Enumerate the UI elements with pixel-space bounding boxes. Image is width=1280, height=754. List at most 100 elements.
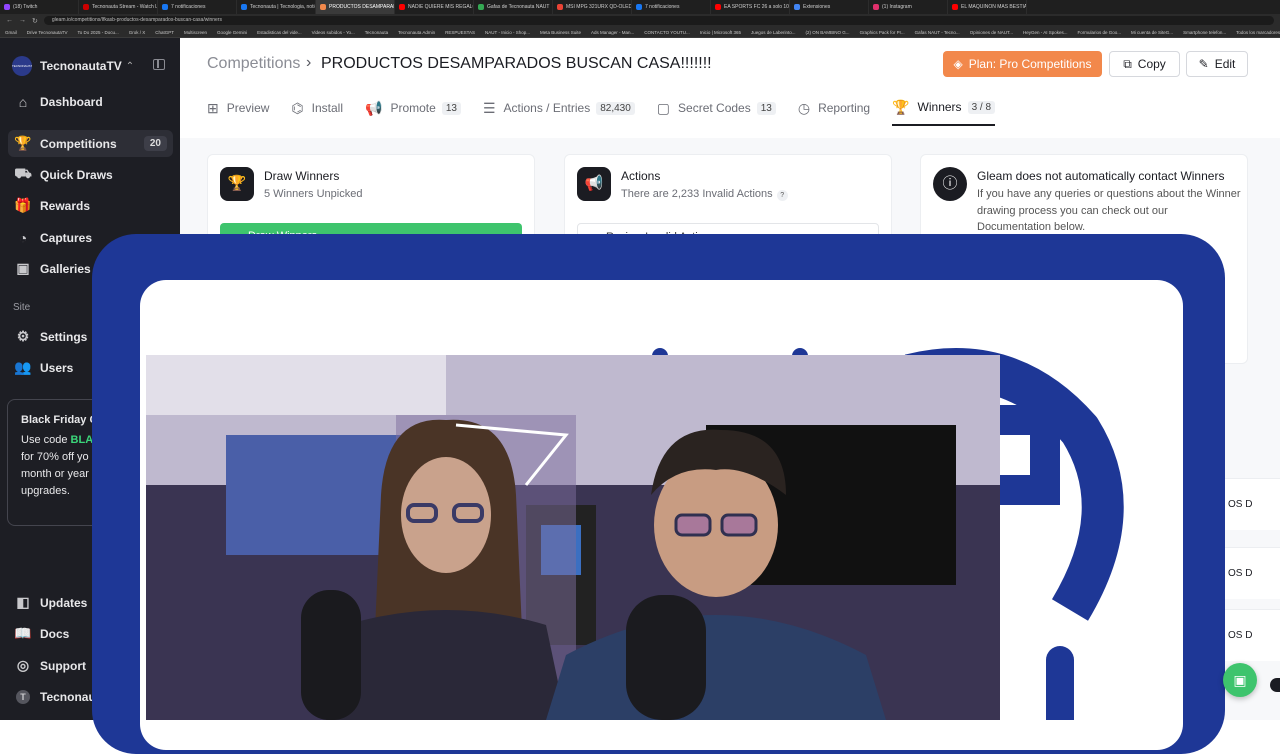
- edit-button[interactable]: ✎ Edit: [1186, 51, 1248, 77]
- page-title: PRODUCTOS DESAMPARADOS BUSCAN CASA!!!!!!…: [321, 55, 712, 72]
- bookmark-item[interactable]: Drive TecnonautaTV: [22, 30, 73, 35]
- breadcrumb-competitions[interactable]: Competitions: [207, 55, 300, 73]
- browser-tab[interactable]: 7 notificaciones: [632, 0, 711, 14]
- bookmark-item[interactable]: Videos subidos - Yo...: [307, 30, 360, 35]
- sidebar-item-dashboard[interactable]: ⌂ Dashboard: [8, 88, 173, 115]
- code-icon: ▢: [656, 99, 671, 116]
- browser-tab[interactable]: NADIE QUIERE MIS REGALOS!: [395, 0, 474, 14]
- bookmark-item[interactable]: Grok / X: [124, 30, 151, 35]
- brand-switcher[interactable]: TECNONAUTA TecnonautaTV ⌃: [12, 56, 134, 76]
- bookmark-item[interactable]: Opiniones de NAUT...: [965, 30, 1018, 35]
- browser-tab-label: EA SPORTS FC 26 a solo 10,50: [724, 4, 790, 10]
- bookmark-item[interactable]: Tecnonauta: [360, 30, 393, 35]
- winner-row-fragment[interactable]: OS D: [1220, 609, 1280, 661]
- bookmark-item[interactable]: Multiscreen: [179, 30, 212, 35]
- bookmark-item[interactable]: Juegos de Laberinto...: [746, 30, 801, 35]
- tab-preview[interactable]: ⊞ Preview: [207, 96, 269, 120]
- chat-icon: ▣: [1233, 672, 1247, 688]
- browser-tab[interactable]: Extensiones: [790, 0, 869, 14]
- bookmark-item[interactable]: Todos los marcadores: [1231, 30, 1280, 35]
- tab-label: Preview: [226, 101, 270, 115]
- browser-tab[interactable]: EA SPORTS FC 26 a solo 10,50: [711, 0, 790, 14]
- bookmark-item[interactable]: ChatGPT: [150, 30, 179, 35]
- tab-actions-entries[interactable]: ☰ Actions / Entries 82,430: [483, 96, 635, 120]
- browser-tab-label: PRODUCTOS DESAMPARADO: [329, 4, 395, 10]
- bookmark-item[interactable]: RESPUESTAS: [440, 30, 480, 35]
- card-title: Actions: [621, 169, 661, 183]
- browser-tab[interactable]: (1) Instagram: [869, 0, 948, 14]
- sidebar-item-competitions[interactable]: 🏆 Competitions 20: [8, 130, 173, 157]
- back-icon[interactable]: ←: [6, 17, 13, 24]
- bookmark-item[interactable]: Smartphone telefon...: [1178, 30, 1231, 35]
- winner-row-fragment[interactable]: OS D: [1220, 547, 1280, 599]
- bookmark-item[interactable]: Estadisticas del vide...: [252, 30, 307, 35]
- tab-favicon: [873, 4, 879, 10]
- tab-favicon: [794, 4, 800, 10]
- browser-tab[interactable]: Tecnonauta | Tecnologia, noticia: [237, 0, 316, 14]
- competitions-count-badge: 20: [143, 136, 167, 151]
- plan-button[interactable]: ◈ Plan: Pro Competitions: [943, 51, 1102, 77]
- chat-support-button[interactable]: ▣: [1223, 663, 1257, 697]
- tab-favicon: [320, 4, 326, 10]
- copy-button[interactable]: ⧉ Copy: [1109, 51, 1180, 77]
- plan-button-label: Plan: Pro Competitions: [968, 57, 1092, 71]
- bookmark-item[interactable]: Formularios de Goo...: [1073, 30, 1127, 35]
- brand-logo: TECNONAUTA: [12, 56, 32, 76]
- card-subtitle: 5 Winners Unpicked: [264, 188, 363, 200]
- sidebar-collapse-icon[interactable]: [153, 59, 165, 70]
- bookmark-item[interactable]: (2) ON BAMBINO G...: [801, 30, 855, 35]
- sidebar-item-label: Tecnonaut: [40, 689, 100, 704]
- browser-tab[interactable]: Gafas de Tecnonauta NAUT: [474, 0, 553, 14]
- browser-tab[interactable]: MSI MPG 321URX QD-OLED M: [553, 0, 632, 14]
- browser-tab[interactable]: (18) Twitch: [0, 0, 79, 14]
- browser-tab-label: 7 notificaciones: [171, 4, 206, 10]
- grid-icon: ⊞: [207, 99, 219, 116]
- users-icon: 👥: [14, 359, 32, 375]
- bookmark-item[interactable]: Graphics Pack for Pr...: [855, 30, 910, 35]
- browser-tab[interactable]: PRODUCTOS DESAMPARADO: [316, 0, 395, 14]
- bookmark-item[interactable]: Tecnonauta Admin: [393, 30, 440, 35]
- capture-icon: ◔: [18, 229, 28, 246]
- winner-row-fragment[interactable]: OS D: [1220, 478, 1280, 530]
- bookmark-item[interactable]: HeyGen - AI Spokes...: [1018, 30, 1073, 35]
- side-tab-handle[interactable]: [1270, 678, 1280, 692]
- promo-code: BLA: [70, 434, 94, 446]
- bookmark-item[interactable]: Google Gemini: [212, 30, 252, 35]
- sidebar-item-quick-draws[interactable]: ⛟ Quick Draws: [8, 161, 173, 188]
- browser-tab[interactable]: Tecnonauta Stream - Watch Li: [79, 0, 158, 14]
- bookmark-item[interactable]: Inicio | Microsoft 365: [695, 30, 746, 35]
- bookmark-item[interactable]: Mi cuenta de SiteG...: [1126, 30, 1178, 35]
- url-input[interactable]: gleam.io/competitions/Ifkasb-productos-d…: [43, 16, 1274, 25]
- trophy-icon: 🏆: [14, 135, 32, 151]
- book-icon: 📖: [14, 625, 32, 641]
- bookmark-item[interactable]: Ads Manager - Man...: [586, 30, 639, 35]
- bookmark-item[interactable]: NAUT - Inicio - Shop...: [480, 30, 535, 35]
- address-bar: ← → ↻ gleam.io/competitions/Ifkasb-produ…: [0, 14, 1280, 27]
- tab-label: Promote: [390, 101, 436, 115]
- tab-reporting[interactable]: ◷ Reporting: [798, 96, 870, 120]
- tab-secret-codes[interactable]: ▢ Secret Codes 13: [657, 96, 776, 120]
- bookmark-item[interactable]: Gafas NAUT - Tecno...: [910, 30, 965, 35]
- pencil-icon: ✎: [1198, 57, 1209, 71]
- info-icon: ⓘ: [933, 167, 967, 201]
- bookmark-item[interactable]: Meta Business Suite: [535, 30, 586, 35]
- tab-label: Actions / Entries: [503, 101, 591, 115]
- site-section-label: Site: [13, 302, 31, 313]
- browser-tab-label: 7 notificaciones: [645, 4, 680, 10]
- sidebar-item-rewards[interactable]: 🎁 Rewards: [8, 192, 173, 219]
- tab-favicon: [162, 4, 168, 10]
- reload-icon[interactable]: ↻: [32, 17, 38, 25]
- tab-count-badge: 82,430: [596, 101, 635, 115]
- bookmark-item[interactable]: Gmail: [0, 30, 22, 35]
- tab-promote[interactable]: 📢 Promote 13: [365, 96, 461, 120]
- tab-count-badge: 13: [441, 101, 461, 115]
- browser-tab[interactable]: EL MAQUINON MAS BESTIAL: [948, 0, 1027, 14]
- bookmark-item[interactable]: CONTACTO YOUTU...: [639, 30, 695, 35]
- help-icon[interactable]: ?: [776, 190, 788, 201]
- bookmark-item[interactable]: To Do 2025 - Docu...: [72, 30, 123, 35]
- card-subtitle: There are 2,233 Invalid Actions?: [621, 186, 886, 203]
- tab-winners[interactable]: 🏆 Winners 3 / 8: [892, 96, 996, 126]
- tab-install[interactable]: ⌬ Install: [291, 96, 343, 120]
- forward-icon[interactable]: →: [19, 17, 26, 24]
- browser-tab[interactable]: 7 notificaciones: [158, 0, 237, 14]
